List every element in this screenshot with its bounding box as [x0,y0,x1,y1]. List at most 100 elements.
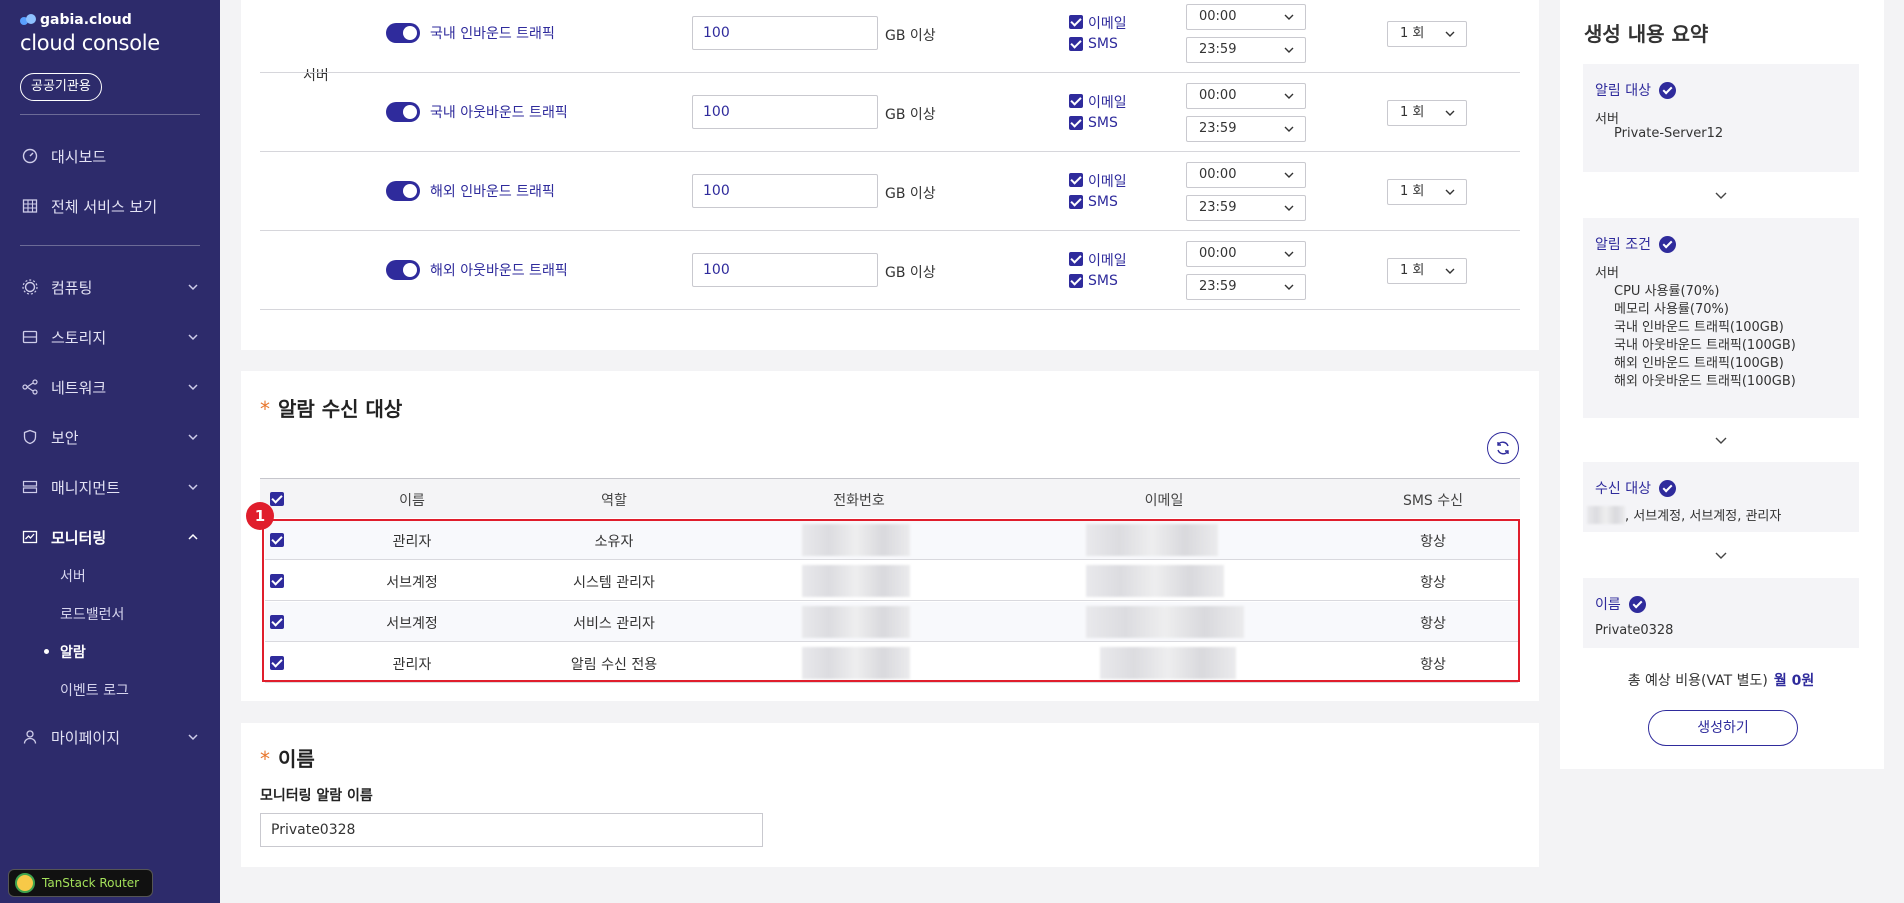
cpu-icon [22,279,38,295]
sidebar-divider [20,245,200,246]
email-label: 이메일 [1088,16,1127,32]
chevron-down-icon [1445,268,1455,274]
sms-checkbox[interactable] [1069,195,1083,209]
summary-condition-item: 메모리 사용률(70%) [1614,302,1729,317]
condition-metric-name: 국내 인바운드 트래픽 [430,26,555,42]
chevron-down-icon [1715,192,1727,199]
nav-monitoring-label: 모니터링 [51,528,107,547]
start-time-select[interactable]: 00:00 [1186,4,1306,30]
summary-condition-block: 알림 조건 서버 CPU 사용률(70%) 메모리 사용률(70%) 국내 인바운드… [1583,218,1859,418]
masked-phone [802,606,910,638]
nav-computing[interactable]: 컴퓨팅 [22,275,200,299]
sms-checkbox[interactable] [1069,116,1083,130]
start-time-select[interactable]: 00:00 [1186,162,1306,188]
tanstack-router-devtools-button[interactable]: TanStack Router [8,869,153,897]
chevron-down-icon [1715,552,1727,559]
select-all-checkbox[interactable] [270,492,284,506]
chevron-down-icon [188,334,198,341]
condition-threshold-input[interactable]: 100 [692,16,878,50]
email-checkbox[interactable] [1069,15,1083,29]
gabia-logo-icon [20,14,36,25]
nav-management[interactable]: 매니지먼트 [22,475,200,499]
start-time-select[interactable]: 00:00 [1186,83,1306,109]
condition-threshold-input[interactable]: 100 [692,174,878,208]
sms-checkbox[interactable] [1069,274,1083,288]
condition-toggle[interactable] [386,102,420,122]
table-row[interactable]: 관리자 알림 수신 전용 항상 [265,643,1518,683]
chevron-down-icon [188,284,198,291]
nav-monitoring-loadbalancer[interactable]: 로드밸런서 [60,604,124,624]
sidebar: gabia.cloud cloud console 공공기관용 대시보드 전체 … [0,0,220,903]
create-button[interactable]: 생성하기 [1648,710,1798,746]
name-section-title: * 이름 [260,747,315,771]
condition-threshold-input[interactable]: 100 [692,253,878,287]
alarm-name-input[interactable]: Private0328 [260,813,763,847]
row-checkbox[interactable] [270,574,284,588]
masked-phone [802,524,910,556]
summary-condition-item: 국내 인바운드 트래픽(100GB) [1614,320,1784,335]
condition-threshold-input[interactable]: 100 [692,95,878,129]
row-checkbox[interactable] [270,656,284,670]
recipient-sms-setting: 항상 [1420,616,1446,632]
sms-checkbox[interactable] [1069,37,1083,51]
repeat-count-select[interactable]: 1 회 [1387,179,1467,205]
tanstack-logo-icon [15,873,35,893]
col-phone: 전화번호 [833,493,885,509]
sidebar-divider [20,114,200,115]
recipient-name: 관리자 [392,534,432,550]
chevron-down-icon [1445,31,1455,37]
end-time-select[interactable]: 23:59 [1186,274,1306,300]
nav-dashboard[interactable]: 대시보드 [22,144,200,168]
email-label: 이메일 [1088,253,1127,269]
repeat-count-select[interactable]: 1 회 [1387,258,1467,284]
row-checkbox[interactable] [270,615,284,629]
masked-email [1086,565,1224,597]
condition-toggle[interactable] [386,181,420,201]
nav-monitoring-event-log[interactable]: 이벤트 로그 [60,680,129,700]
email-checkbox[interactable] [1069,252,1083,266]
condition-toggle[interactable] [386,260,420,280]
recipient-role: 소유자 [594,534,634,550]
nav-network[interactable]: 네트워크 [22,375,200,399]
nav-monitoring-alarm[interactable]: 알람 [44,642,86,662]
repeat-count-select[interactable]: 1 회 [1387,100,1467,126]
condition-toggle[interactable] [386,23,420,43]
nav-storage[interactable]: 스토리지 [22,325,200,349]
estimated-cost: 총 예상 비용(VAT 별도) 월 0원 [1627,673,1815,689]
condition-metric-name: 해외 아웃바운드 트래픽 [430,263,568,279]
recipient-sms-setting: 항상 [1420,534,1446,550]
summary-name-block: 이름 Private0328 [1583,578,1859,648]
table-row[interactable]: 관리자 소유자 항상 [265,520,1518,560]
repeat-count-select[interactable]: 1 회 [1387,21,1467,47]
end-time-select[interactable]: 23:59 [1186,116,1306,142]
table-row[interactable]: 서브계정 서비스 관리자 항상 [265,602,1518,642]
logo[interactable]: gabia.cloud cloud console [20,12,160,55]
nav-monitoring-server[interactable]: 서버 [60,566,86,586]
email-checkbox[interactable] [1069,173,1083,187]
col-sms: SMS 수신 [1402,493,1464,509]
chevron-down-icon [1284,251,1294,257]
masked-phone [802,565,910,597]
chevron-down-icon [188,384,198,391]
row-checkbox[interactable] [270,533,284,547]
check-icon [1658,235,1676,253]
nav-mypage[interactable]: 마이페이지 [22,725,200,749]
public-sector-badge[interactable]: 공공기관용 [20,73,102,101]
end-time-select[interactable]: 23:59 [1186,195,1306,221]
storage-icon [22,330,38,344]
refresh-recipients-button[interactable] [1487,432,1519,464]
nav-all-services[interactable]: 전체 서비스 보기 [22,194,200,218]
summary-recipient-head: 수신 대상 [1595,478,1676,498]
nav-security[interactable]: 보안 [22,425,200,449]
recipient-name: 관리자 [392,657,432,673]
condition-row-divider [260,151,1520,152]
summary-condition-item: 해외 아웃바운드 트래픽(100GB) [1614,374,1796,389]
masked-name [1587,506,1625,524]
table-row[interactable]: 서브계정 시스템 관리자 항상 [265,561,1518,601]
end-time-select[interactable]: 23:59 [1186,37,1306,63]
monitoring-icon [22,530,38,544]
email-checkbox[interactable] [1069,94,1083,108]
annotation-marker: 1 [246,502,274,530]
start-time-select[interactable]: 00:00 [1186,241,1306,267]
nav-monitoring[interactable]: 모니터링 [22,525,200,549]
